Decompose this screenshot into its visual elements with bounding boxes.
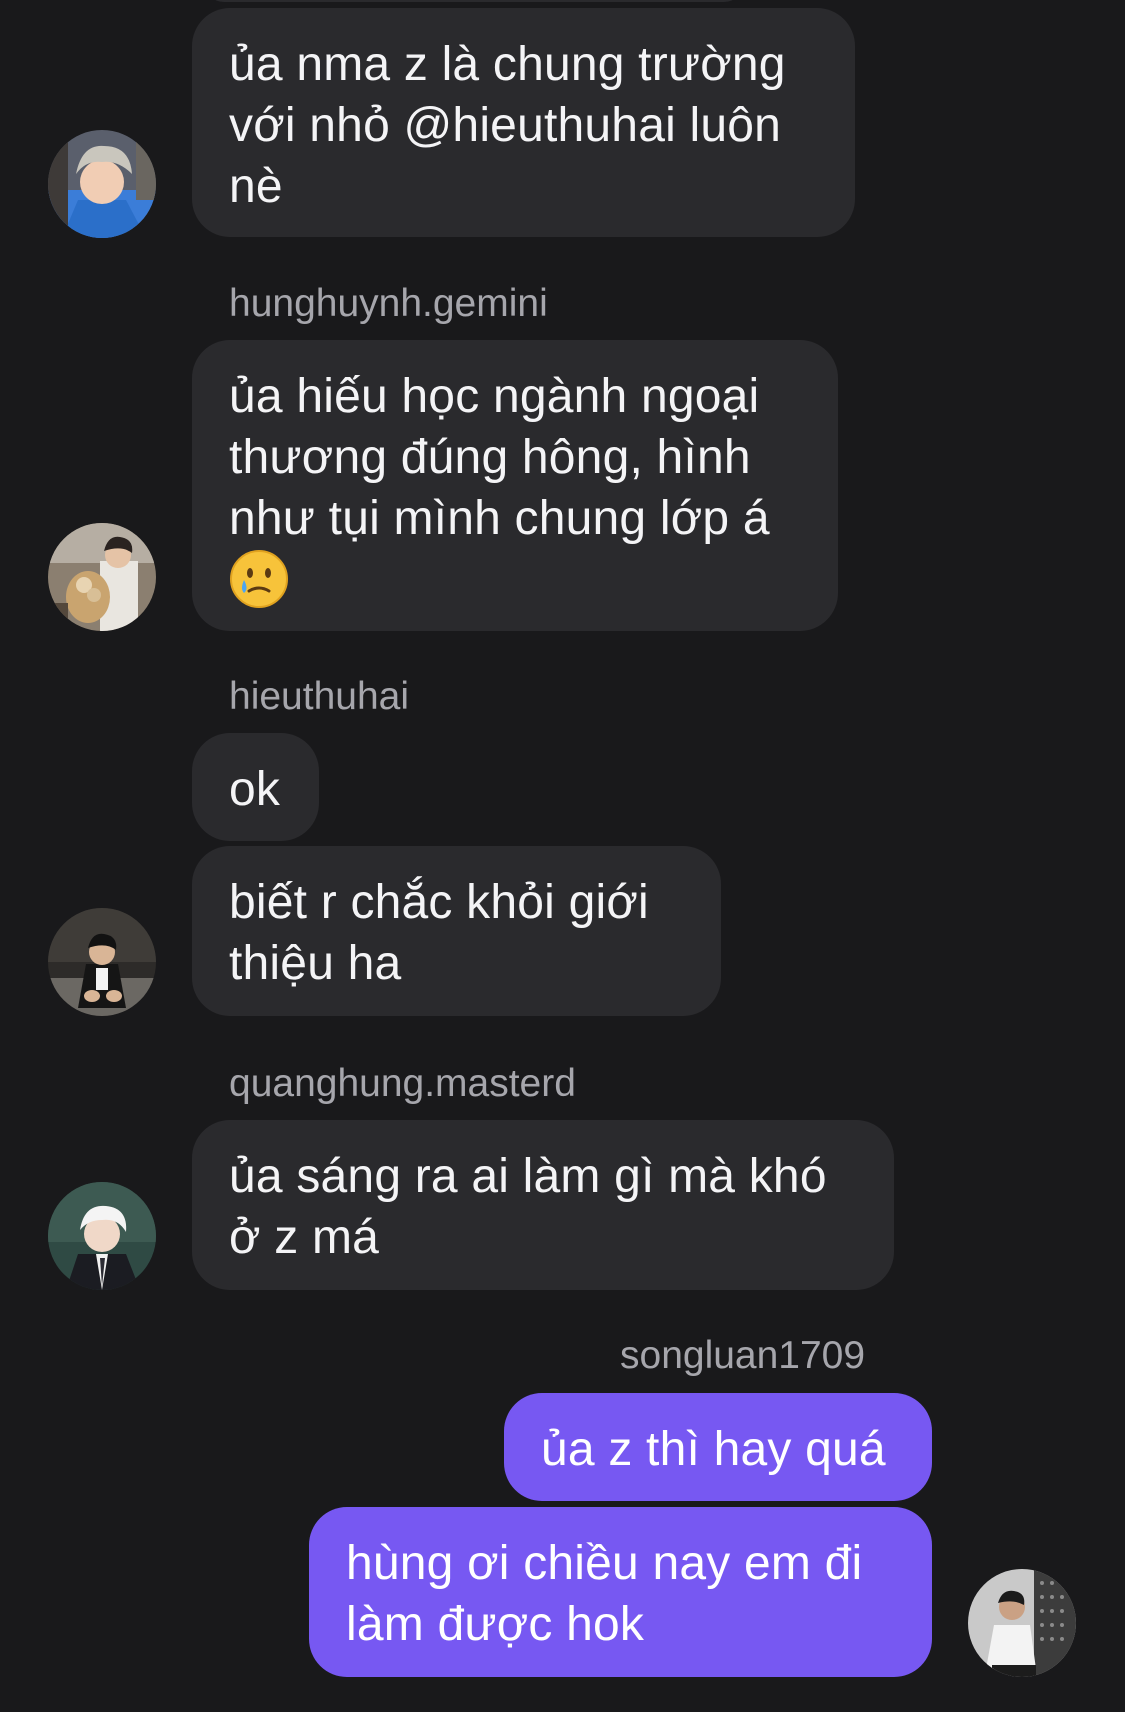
- avatar[interactable]: [48, 523, 156, 631]
- sender-name: quanghung.masterd: [229, 1062, 576, 1105]
- message-line: với nhỏ @hieuthuhai luôn: [229, 99, 782, 152]
- message-bubble[interactable]: ủa hiếu học ngành ngoại thương đúng hông…: [192, 340, 838, 631]
- message-line: ok: [229, 763, 281, 816]
- message-bubble[interactable]: biết r chắc khỏi giới thiệu ha: [192, 846, 721, 1016]
- previous-message-bubble-edge: [204, 0, 744, 2]
- sender-name: songluan1709: [620, 1334, 866, 1377]
- message-bubble[interactable]: ok: [192, 733, 319, 841]
- message-line: làm được hok: [346, 1598, 645, 1651]
- message-bubble[interactable]: ủa z thì hay quá: [504, 1393, 932, 1501]
- message-line: ủa sáng ra ai làm gì mà khó: [229, 1150, 827, 1203]
- message-bubble[interactable]: ủa nma z là chung trường với nhỏ @hieuth…: [192, 8, 855, 237]
- chat-thread: ủa nma z là chung trường với nhỏ @hieuth…: [0, 0, 1125, 1712]
- message-line: hùng ơi chiều nay em đi: [346, 1537, 863, 1590]
- sender-name: hieuthuhai: [229, 675, 409, 718]
- message-line: ủa z thì hay quá: [541, 1423, 886, 1476]
- message-line: nè: [229, 160, 283, 213]
- message-line: ở z má: [229, 1211, 380, 1264]
- avatar[interactable]: [48, 908, 156, 1016]
- message-line: thiệu ha: [229, 937, 402, 990]
- sender-name: hunghuynh.gemini: [229, 282, 548, 325]
- face-holding-back-tears-icon: [229, 549, 289, 609]
- message-line: như tụi mình chung lớp á: [229, 492, 770, 545]
- message-line: ủa nma z là chung trường: [229, 38, 786, 91]
- avatar[interactable]: [968, 1569, 1076, 1677]
- message-bubble[interactable]: ủa sáng ra ai làm gì mà khó ở z má: [192, 1120, 894, 1290]
- message-bubble[interactable]: hùng ơi chiều nay em đi làm được hok: [309, 1507, 932, 1677]
- avatar[interactable]: [48, 1182, 156, 1290]
- avatar[interactable]: [48, 130, 156, 238]
- message-line: biết r chắc khỏi giới: [229, 876, 649, 929]
- message-line: thương đúng hông, hình: [229, 431, 751, 484]
- message-line: ủa hiếu học ngành ngoại: [229, 370, 760, 423]
